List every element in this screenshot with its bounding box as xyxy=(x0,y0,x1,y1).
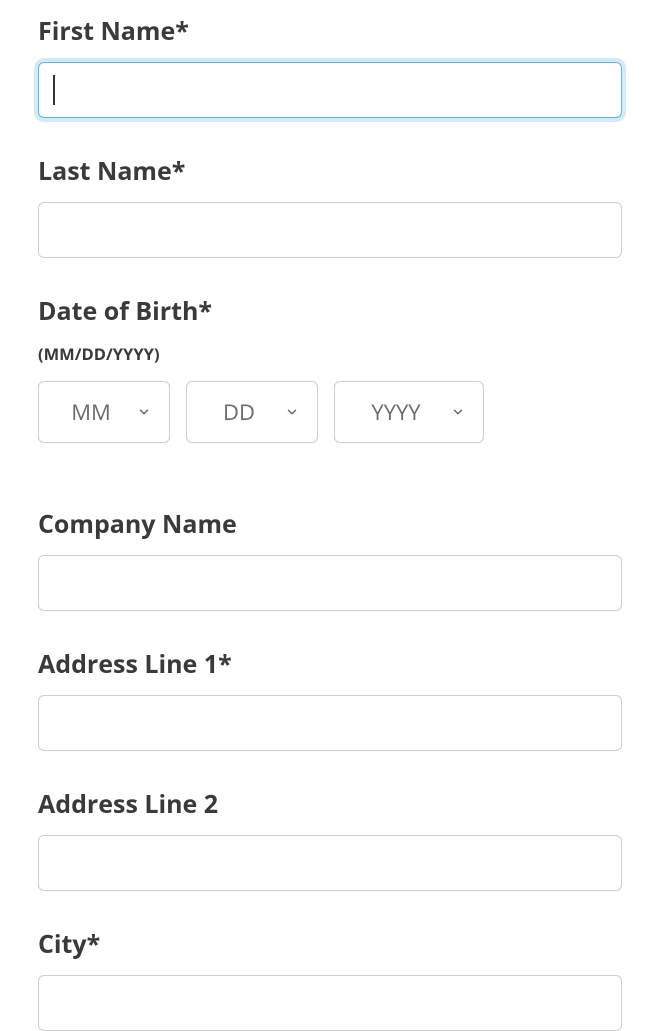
address2-group: Address Line 2 xyxy=(38,787,622,891)
address2-label: Address Line 2 xyxy=(38,787,622,821)
address2-input[interactable] xyxy=(38,835,622,891)
chevron-down-icon xyxy=(285,405,299,419)
last-name-input[interactable] xyxy=(38,202,622,258)
first-name-group: First Name* xyxy=(38,14,622,118)
company-label: Company Name xyxy=(38,507,622,541)
dob-label: Date of Birth* xyxy=(38,294,622,328)
first-name-label: First Name* xyxy=(38,14,622,48)
dob-group: Date of Birth* (MM/DD/YYYY) MM DD YYYY xyxy=(38,294,622,443)
first-name-input[interactable] xyxy=(38,62,622,118)
dob-year-placeholder: YYYY xyxy=(359,397,433,427)
city-group: City* xyxy=(38,927,622,1031)
address1-input[interactable] xyxy=(38,695,622,751)
address1-label: Address Line 1* xyxy=(38,647,622,681)
chevron-down-icon xyxy=(451,405,465,419)
company-input[interactable] xyxy=(38,555,622,611)
dob-day-select[interactable]: DD xyxy=(186,381,318,443)
company-group: Company Name xyxy=(38,507,622,611)
dob-month-placeholder: MM xyxy=(63,397,119,427)
last-name-label: Last Name* xyxy=(38,154,622,188)
last-name-group: Last Name* xyxy=(38,154,622,258)
city-label: City* xyxy=(38,927,622,961)
personal-info-form: First Name* Last Name* Date of Birth* (M… xyxy=(0,0,660,1031)
dob-hint: (MM/DD/YYYY) xyxy=(38,342,622,365)
city-input[interactable] xyxy=(38,975,622,1031)
chevron-down-icon xyxy=(137,405,151,419)
dob-year-select[interactable]: YYYY xyxy=(334,381,484,443)
address1-group: Address Line 1* xyxy=(38,647,622,751)
dob-month-select[interactable]: MM xyxy=(38,381,170,443)
dob-day-placeholder: DD xyxy=(211,397,267,427)
dob-selects: MM DD YYYY xyxy=(38,381,622,443)
